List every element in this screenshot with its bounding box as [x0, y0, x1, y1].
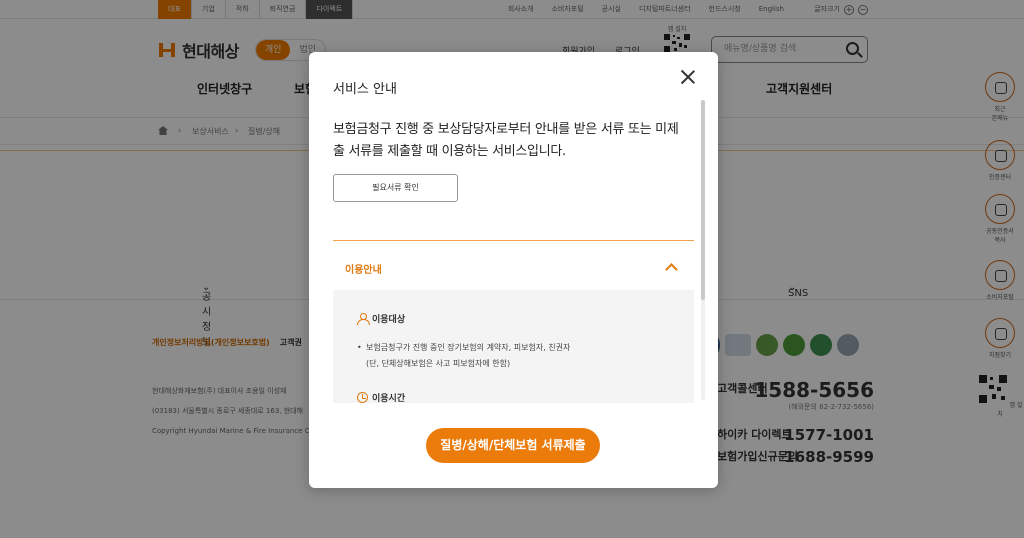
scrollbar-thumb[interactable]	[701, 100, 705, 300]
clock-icon	[357, 392, 368, 403]
modal-title: 서비스 안내	[333, 82, 397, 97]
eligibility-text: • 보험금청구가 진행 중인 장기보험의 계약자, 피보험자, 친권자 (단, …	[357, 340, 570, 372]
section-hours-title: 이용시간	[372, 394, 406, 403]
service-info-modal: 서비스 안내 보험금청구 진행 중 보상담당자로부터 안내를 받은 서류 또는 …	[309, 52, 718, 488]
close-icon[interactable]	[680, 69, 696, 85]
modal-scroll-area[interactable]: 보험금청구 진행 중 보상담당자로부터 안내를 받은 서류 또는 미제출 서류를…	[309, 107, 718, 403]
section-eligibility-title: 이용대상	[372, 315, 406, 325]
service-description: 보험금청구 진행 중 보상담당자로부터 안내를 받은 서류 또는 미제출 서류를…	[333, 122, 679, 159]
section-eligibility: 이용대상	[357, 312, 405, 325]
chevron-up-icon[interactable]	[665, 263, 678, 276]
bullet-icon: •	[357, 343, 362, 352]
required-docs-button[interactable]: 필요서류 확인	[333, 174, 458, 202]
accordion-label: 이용안내	[345, 265, 382, 276]
usage-guide-accordion[interactable]: 이용안내	[333, 240, 694, 292]
submit-documents-button[interactable]: 질병/상해/단체보험 서류제출	[426, 428, 600, 463]
section-hours: 이용시간	[357, 391, 405, 403]
eligibility-line: (단, 단체상해보험은 사고 피보험자에 한함)	[366, 359, 511, 368]
person-icon	[357, 313, 370, 325]
accordion-panel: 이용대상 • 보험금청구가 진행 중인 장기보험의 계약자, 피보험자, 친권자…	[333, 290, 694, 403]
eligibility-line: 보험금청구가 진행 중인 장기보험의 계약자, 피보험자, 친권자	[366, 343, 571, 352]
